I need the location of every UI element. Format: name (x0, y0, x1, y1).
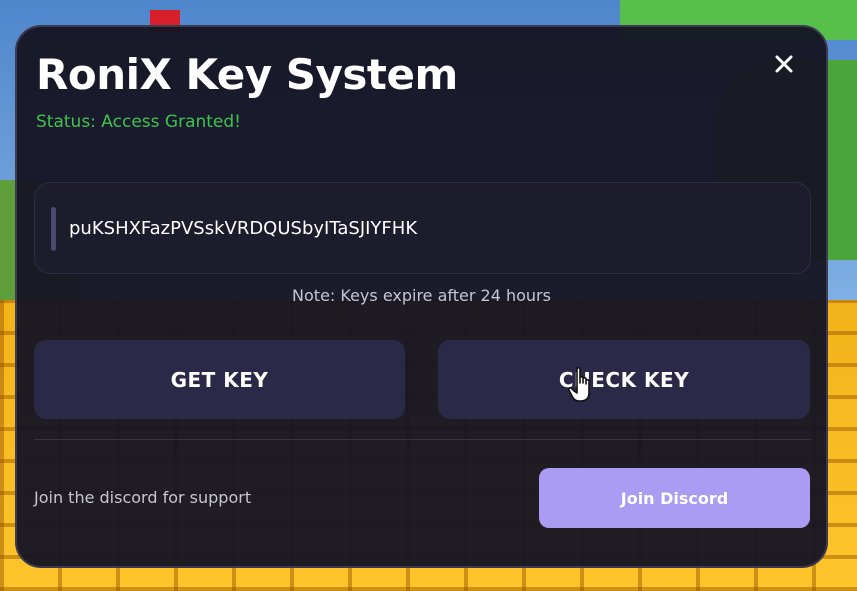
key-input-container (34, 182, 811, 274)
expiry-note: Note: Keys expire after 24 hours (292, 286, 551, 305)
key-system-dialog: RoniX Key System Status: Access Granted!… (15, 25, 828, 568)
join-discord-button[interactable]: Join Discord (539, 468, 810, 528)
divider (34, 439, 811, 440)
get-key-button[interactable]: GET KEY (34, 340, 405, 419)
key-input[interactable] (69, 205, 789, 251)
check-key-button[interactable]: CHECK KEY (438, 340, 810, 419)
support-text: Join the discord for support (34, 488, 252, 507)
close-icon (775, 55, 793, 73)
dialog-title: RoniX Key System (36, 50, 458, 99)
status-text: Status: Access Granted! (36, 112, 241, 132)
close-button[interactable] (769, 49, 799, 79)
input-accent-bar (51, 207, 56, 251)
